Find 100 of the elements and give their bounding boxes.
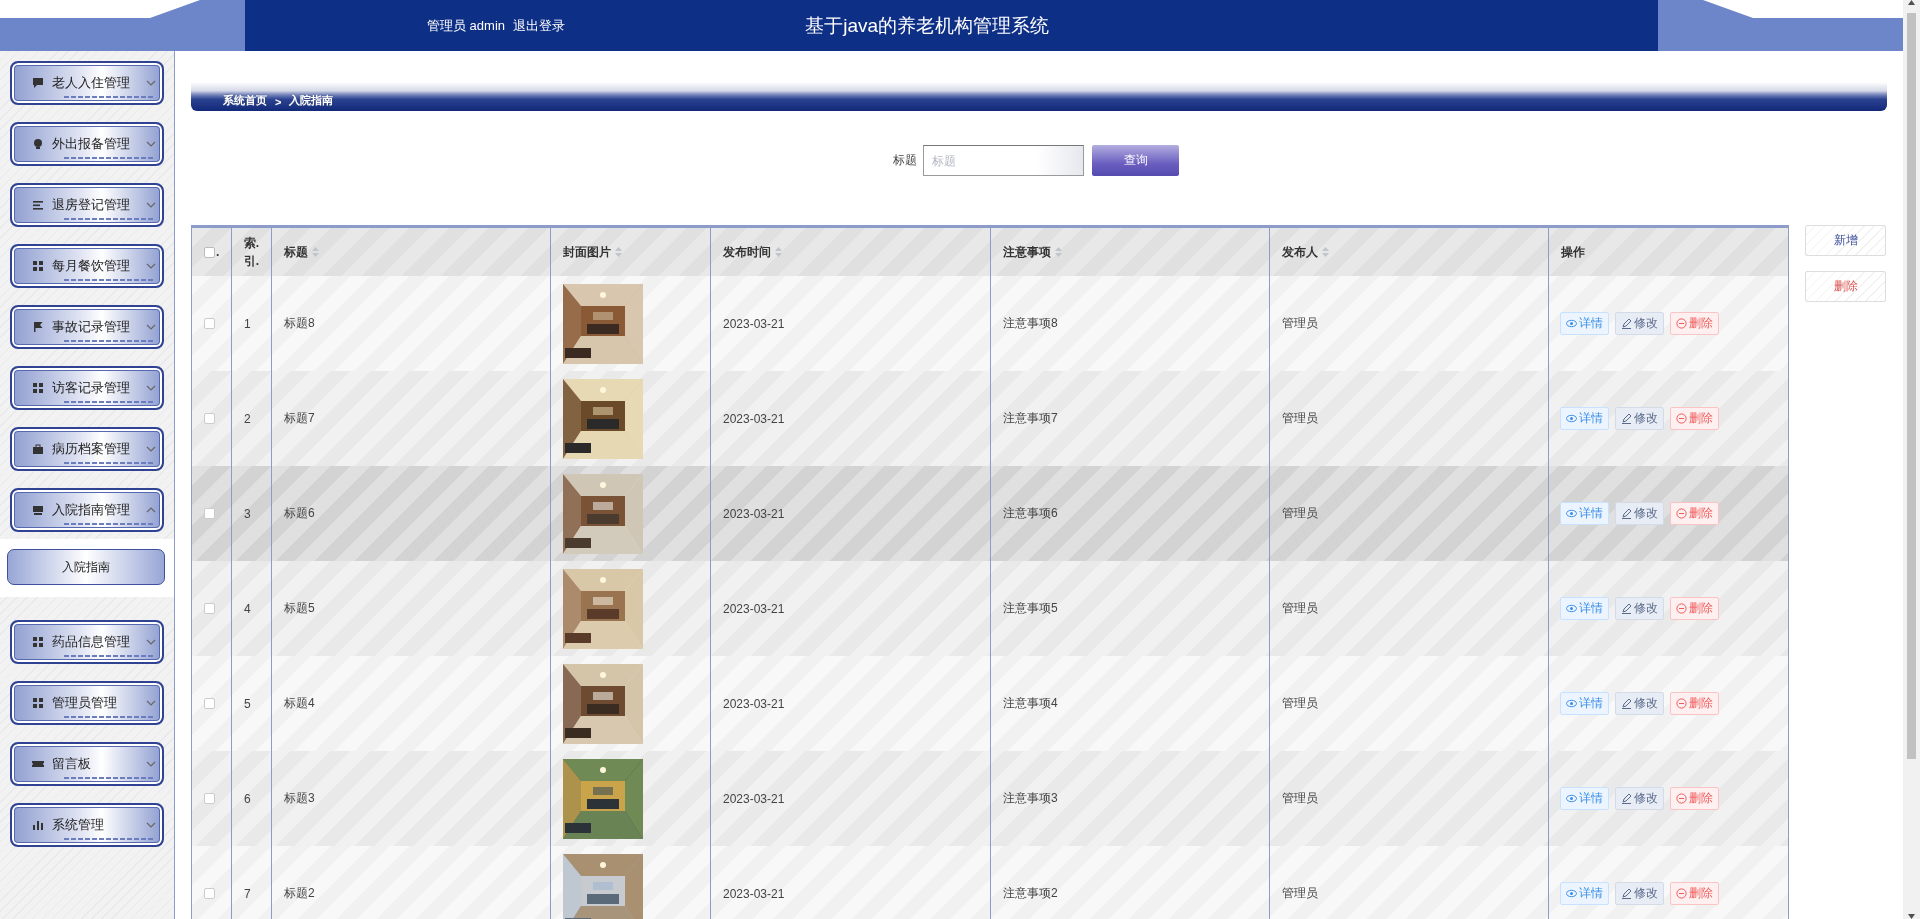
menu-item[interactable]: 事故记录管理 xyxy=(10,305,164,349)
app-title: 基于java的养老机构管理系统 xyxy=(805,13,1050,38)
table-cell: 标题6 xyxy=(284,505,315,522)
minus-circle-icon xyxy=(1676,413,1687,424)
edit-button[interactable]: 修改 xyxy=(1615,692,1664,715)
menu-item[interactable]: 病历档案管理 xyxy=(10,427,164,471)
edit-button[interactable]: 修改 xyxy=(1615,407,1664,430)
menu-item[interactable]: 系统管理 xyxy=(10,803,164,847)
menu-item[interactable]: 管理员管理 xyxy=(10,681,164,725)
table-cell: 注意事项8 xyxy=(1003,315,1058,332)
menu-item[interactable]: 药品信息管理 xyxy=(10,620,164,664)
logout-link[interactable]: 退出登录 xyxy=(513,16,566,35)
table-cell: 管理员 xyxy=(1282,410,1318,427)
minus-circle-icon xyxy=(1676,698,1687,709)
edit-button[interactable]: 修改 xyxy=(1615,882,1664,905)
table-cell: 标题3 xyxy=(284,790,315,807)
grid-icon xyxy=(32,636,44,648)
scrollbar[interactable] xyxy=(1903,0,1920,919)
column-header: 操作 xyxy=(1561,243,1585,261)
list-icon xyxy=(32,199,44,211)
select-all-checkbox[interactable] xyxy=(204,246,215,258)
minus-circle-icon xyxy=(1676,508,1687,519)
row-checkbox[interactable] xyxy=(204,888,215,899)
tray-icon xyxy=(32,504,44,516)
search-field[interactable]: 标题 xyxy=(923,145,1084,176)
table-cell: 2023-03-21 xyxy=(723,316,785,331)
menu-item[interactable]: 退房登记管理 xyxy=(10,183,164,227)
eye-icon xyxy=(1566,413,1577,424)
table-cell: 5 xyxy=(244,696,251,711)
row-checkbox[interactable] xyxy=(204,603,215,614)
table-cell: 2 xyxy=(244,411,251,426)
eye-icon xyxy=(1566,793,1577,804)
menu-item[interactable]: 外出报备管理 xyxy=(10,122,164,166)
table-row[interactable]: 6 标题3 2023-03-21 注意事项3 管理员 详情 修改 删除 xyxy=(192,751,1788,846)
table-cell: 标题7 xyxy=(284,410,315,427)
table-cell: 注意事项2 xyxy=(1003,885,1058,902)
bar-chart-icon xyxy=(32,819,44,831)
edit-button[interactable]: 修改 xyxy=(1615,312,1664,335)
edit-button[interactable]: 修改 xyxy=(1615,597,1664,620)
pencil-icon xyxy=(1621,698,1632,709)
edit-button[interactable]: 修改 xyxy=(1615,787,1664,810)
search-label: 标题 xyxy=(893,152,917,169)
row-checkbox[interactable] xyxy=(204,413,215,424)
menu-item[interactable]: 入院指南管理 xyxy=(10,488,164,532)
breadcrumb-separator: > xyxy=(275,96,282,108)
bulb-icon xyxy=(32,138,44,150)
submenu-item[interactable]: 入院指南 xyxy=(7,549,165,585)
table-row[interactable]: 7 标题2 2023-03-21 注意事项2 管理员 详情 修改 删除 xyxy=(192,846,1788,919)
eye-icon xyxy=(1566,888,1577,899)
breadcrumb-link[interactable]: 入院指南 xyxy=(289,93,334,108)
delete-button[interactable]: 删除 xyxy=(1805,271,1886,302)
table-cell: 注意事项7 xyxy=(1003,410,1058,427)
row-checkbox[interactable] xyxy=(204,318,215,329)
menu-item[interactable]: 老人入住管理 xyxy=(10,61,164,105)
user-label: 管理员 admin xyxy=(427,16,506,35)
minus-circle-icon xyxy=(1676,888,1687,899)
row-checkbox[interactable] xyxy=(204,508,215,519)
eye-icon xyxy=(1566,508,1577,519)
minus-circle-icon xyxy=(1676,603,1687,614)
row-checkbox[interactable] xyxy=(204,698,215,709)
pencil-icon xyxy=(1621,793,1632,804)
eye-icon xyxy=(1566,603,1577,614)
table-cell: 标题4 xyxy=(284,695,315,712)
table-cell: 管理员 xyxy=(1282,315,1318,332)
pencil-icon xyxy=(1621,888,1632,899)
menu-item[interactable]: 访客记录管理 xyxy=(10,366,164,410)
menu-item[interactable]: 每月餐饮管理 xyxy=(10,244,164,288)
column-header: 发布时间 xyxy=(723,243,771,261)
search-button[interactable]: 查询 xyxy=(1092,145,1179,176)
table-cell: 管理员 xyxy=(1282,695,1318,712)
menu-item[interactable]: 留言板 xyxy=(10,742,164,786)
table-cell: 管理员 xyxy=(1282,790,1318,807)
grid-icon xyxy=(32,260,44,272)
header-dot: . xyxy=(216,245,220,259)
table-cell: 管理员 xyxy=(1282,885,1318,902)
table-cell: 注意事项4 xyxy=(1003,695,1058,712)
sort-icon xyxy=(775,247,782,257)
table-cell: 注意事项6 xyxy=(1003,505,1058,522)
table-row[interactable]: 4 标题5 2023-03-21 注意事项5 管理员 详情 修改 删除 xyxy=(192,561,1788,656)
flag-icon xyxy=(32,321,44,333)
table-row[interactable]: 5 标题4 2023-03-21 注意事项4 管理员 详情 修改 删除 xyxy=(192,656,1788,751)
grid-icon xyxy=(32,697,44,709)
column-header: 索. 引. xyxy=(243,235,260,270)
grid-icon xyxy=(32,382,44,394)
edit-button[interactable]: 修改 xyxy=(1615,502,1664,525)
scroll-down-icon xyxy=(1908,914,1915,919)
table-cell: 标题8 xyxy=(284,315,315,332)
table-row[interactable]: 3 标题6 2023-03-21 注意事项6 管理员 详情 修改 删除 xyxy=(192,466,1788,561)
column-header: 注意事项 xyxy=(1003,243,1051,261)
table-row[interactable]: 2 标题7 2023-03-21 注意事项7 管理员 详情 修改 删除 xyxy=(192,371,1788,466)
eye-icon xyxy=(1566,698,1577,709)
table-cell: 2023-03-21 xyxy=(723,411,785,426)
breadcrumb-link[interactable]: 系统首页 xyxy=(223,93,267,108)
table-row[interactable]: 1 标题8 2023-03-21 注意事项8 管理员 详情 修改 删除 xyxy=(192,276,1788,371)
row-checkbox[interactable] xyxy=(204,793,215,804)
table-cell: 4 xyxy=(244,601,251,616)
pencil-icon xyxy=(1621,508,1632,519)
sort-icon xyxy=(615,247,622,257)
ticket-icon xyxy=(32,758,44,770)
add-button[interactable]: 新增 xyxy=(1805,225,1886,256)
